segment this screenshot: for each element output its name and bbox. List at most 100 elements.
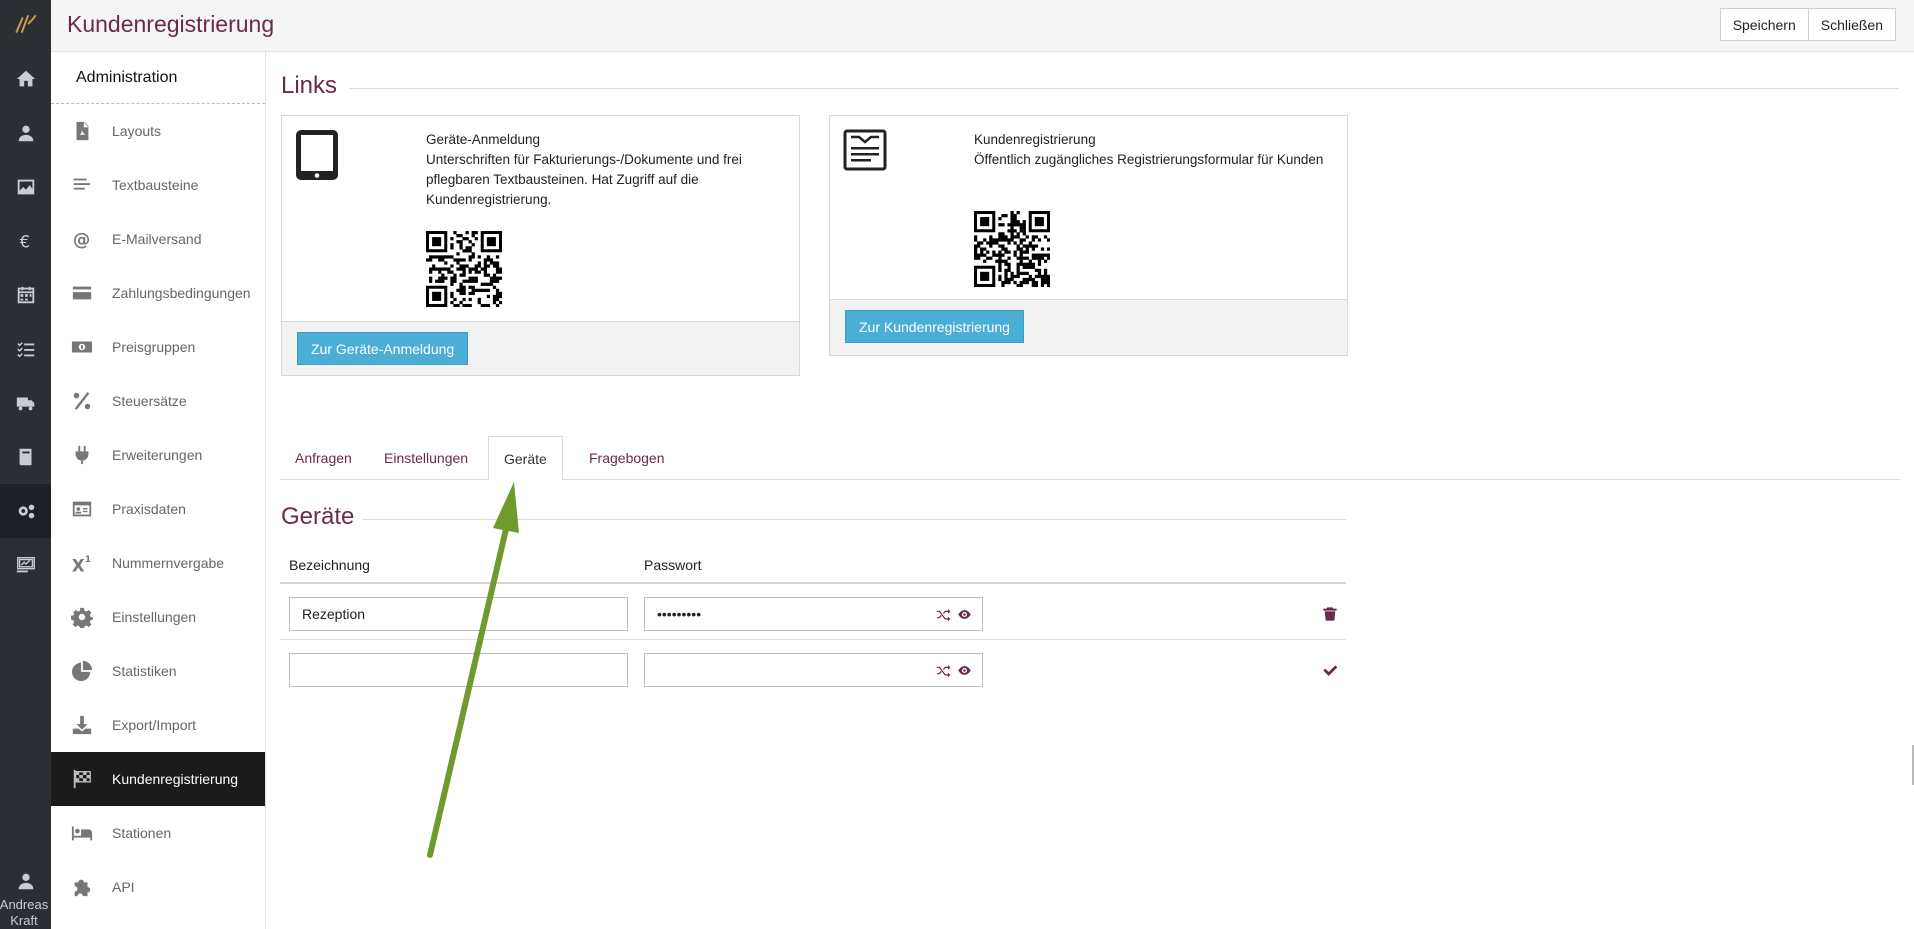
sidebar-item-label: Preisgruppen: [112, 339, 196, 355]
sidebar-item-zahlungsbedingungen[interactable]: Zahlungsbedingungen: [51, 266, 265, 320]
percent-icon: [71, 390, 93, 412]
chart-icon[interactable]: [0, 538, 51, 592]
qr-code-image: [426, 231, 503, 308]
column-header-password: Passwort: [644, 557, 702, 573]
truck-icon[interactable]: [0, 376, 51, 430]
links-divider: [349, 88, 1899, 89]
eye-icon[interactable]: [957, 607, 972, 625]
tab-fragebogen[interactable]: Fragebogen: [574, 436, 680, 480]
customer-registration-card: Kundenregistrierung Öffentlich zugänglic…: [829, 115, 1348, 356]
id-card-icon: [71, 498, 93, 520]
open-device-login-button[interactable]: Zur Geräte-Anmeldung: [297, 332, 469, 365]
svg-text:1: 1: [85, 554, 91, 565]
shuffle-icon[interactable]: [936, 607, 951, 625]
sidebar-item-steuersaetze[interactable]: Steuersätze: [51, 374, 265, 428]
sidebar-item-einstellungen[interactable]: Einstellungen: [51, 590, 265, 644]
sidebar-item-label: Praxisdaten: [112, 501, 186, 517]
card-description: Öffentlich zugängliches Registrierungsfo…: [974, 152, 1324, 167]
download-icon: [71, 714, 93, 736]
sidebar-item-label: Zahlungsbedingungen: [112, 285, 251, 301]
sidebar-item-label: E-Mailversand: [112, 231, 202, 247]
svg-text:€: €: [19, 232, 30, 251]
sidebar-item-layouts[interactable]: Layouts: [51, 104, 265, 158]
euro-icon[interactable]: €: [0, 214, 51, 268]
user-icon: [0, 870, 51, 897]
admin-sidebar: Administration Layouts Textbausteine @ E…: [51, 52, 266, 929]
user-profile[interactable]: Andreas Kraft: [0, 870, 51, 929]
sidebar-item-statistiken[interactable]: Statistiken: [51, 644, 265, 698]
header-bar: Kundenregistrierung Speichern Schließen: [51, 0, 1914, 52]
flag-checkered-icon: [71, 768, 93, 790]
table-header-divider: [280, 582, 1346, 584]
sidebar-item-api[interactable]: API: [51, 860, 265, 914]
qr-code-image: [974, 211, 1051, 288]
align-left-icon: [71, 174, 93, 196]
tablet-icon: [295, 129, 339, 186]
sidebar-item-kundenregistrierung[interactable]: Kundenregistrierung: [51, 752, 265, 806]
calendar-icon[interactable]: [0, 268, 51, 322]
sidebar-item-emailversand[interactable]: @ E-Mailversand: [51, 212, 265, 266]
svg-text:@: @: [73, 230, 90, 250]
sidebar-item-label: Kundenregistrierung: [112, 771, 239, 787]
tab-anfragen[interactable]: Anfragen: [280, 436, 367, 480]
sidebar-item-label: Einstellungen: [112, 609, 197, 625]
eye-icon[interactable]: [957, 663, 972, 681]
pdf-file-icon: [71, 120, 93, 142]
tab-einstellungen[interactable]: Einstellungen: [369, 436, 483, 480]
device-password-field[interactable]: •••••••••: [644, 597, 983, 631]
sidebar-item-textbausteine[interactable]: Textbausteine: [51, 158, 265, 212]
shuffle-icon[interactable]: [936, 663, 951, 681]
at-icon: @: [71, 228, 93, 250]
sidebar-item-label: Statistiken: [112, 663, 177, 679]
pie-chart-icon: [71, 660, 93, 682]
puzzle-icon: [71, 876, 93, 898]
save-button[interactable]: Speichern: [1719, 8, 1809, 41]
device-name-field[interactable]: Rezeption: [289, 597, 628, 631]
gear-icon: [71, 606, 93, 628]
icon-rail: € Andreas Kraft: [0, 0, 51, 929]
card-title: Geräte-Anmeldung: [426, 132, 541, 147]
gears-icon[interactable]: [0, 484, 51, 538]
image-icon[interactable]: [0, 160, 51, 214]
trash-icon[interactable]: [1322, 606, 1338, 622]
sidebar-item-label: Export/Import: [112, 717, 197, 733]
password-value: •••••••••: [657, 606, 702, 622]
form-icon: [843, 129, 887, 176]
logo-icon[interactable]: [0, 0, 51, 48]
money-bill-icon: [71, 336, 93, 358]
bed-icon: [71, 822, 93, 844]
devices-divider: [363, 519, 1346, 520]
svg-text:X: X: [72, 556, 85, 574]
user-name: Andreas Kraft: [0, 897, 49, 928]
sidebar-item-erweiterungen[interactable]: Erweiterungen: [51, 428, 265, 482]
close-button[interactable]: Schließen: [1808, 8, 1896, 41]
sidebar-item-label: Nummernvergabe: [112, 555, 225, 571]
sidebar-item-stationen[interactable]: Stationen: [51, 806, 265, 860]
check-icon[interactable]: [1322, 662, 1338, 678]
sidebar-item-label: Steuersätze: [112, 393, 187, 409]
sidebar-item-export-import[interactable]: Export/Import: [51, 698, 265, 752]
column-header-name: Bezeichnung: [289, 557, 370, 573]
sidebar-item-praxisdaten[interactable]: Praxisdaten: [51, 482, 265, 536]
sidebar-item-label: Textbausteine: [112, 177, 199, 193]
device-name-field[interactable]: [289, 653, 628, 687]
sidebar-item-preisgruppen[interactable]: Preisgruppen: [51, 320, 265, 374]
device-password-field[interactable]: [644, 653, 983, 687]
checklist-icon[interactable]: [0, 322, 51, 376]
main-content: Links Geräte-Anmeldung Unterschriften fü…: [266, 52, 1914, 929]
plug-icon: [71, 444, 93, 466]
tab-geraete[interactable]: Geräte: [488, 436, 563, 481]
devices-section-title: Geräte: [281, 503, 355, 530]
sidebar-heading: Administration: [51, 52, 265, 104]
table-row-divider: [280, 639, 1346, 640]
open-customer-registration-button[interactable]: Zur Kundenregistrierung: [845, 310, 1024, 343]
book-icon[interactable]: [0, 430, 51, 484]
sidebar-item-nummernvergabe[interactable]: X1 Nummernvergabe: [51, 536, 265, 590]
card-description: Unterschriften für Fakturierungs-/Dokume…: [426, 152, 742, 207]
superscript-icon: X1: [71, 552, 93, 574]
sidebar-item-label: API: [112, 879, 135, 895]
device-login-card: Geräte-Anmeldung Unterschriften für Fakt…: [281, 115, 800, 376]
sidebar-item-label: Stationen: [112, 825, 172, 841]
home-icon[interactable]: [0, 52, 51, 106]
person-icon[interactable]: [0, 106, 51, 160]
